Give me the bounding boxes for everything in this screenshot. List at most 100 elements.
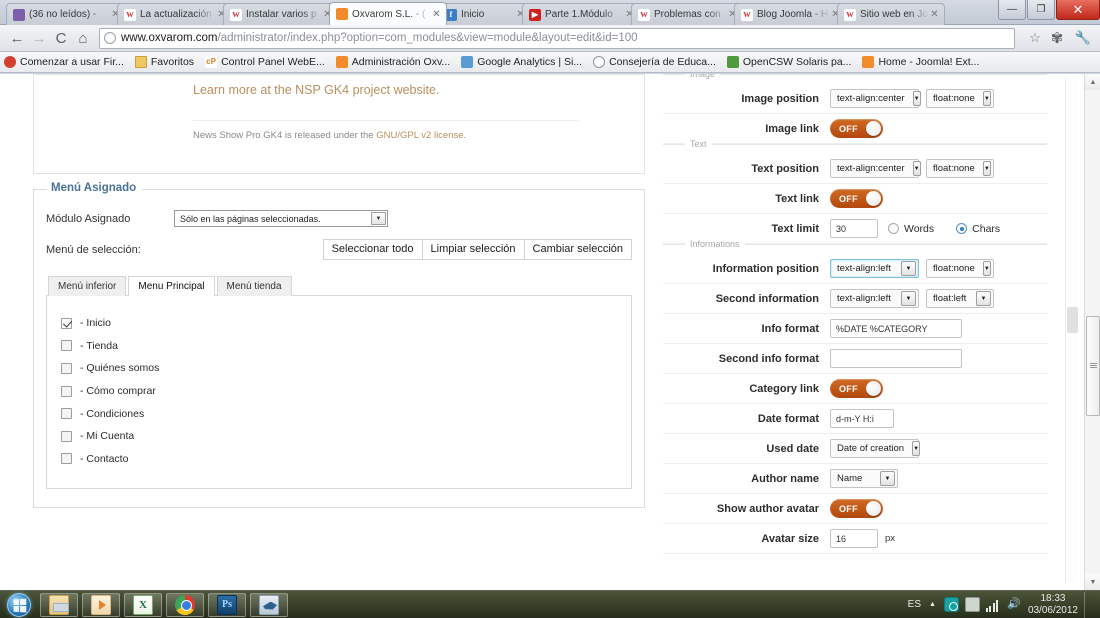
start-button[interactable] xyxy=(2,592,36,618)
browser-tab-5[interactable]: ▶ Parte 1.Módulo ✕ xyxy=(522,3,640,25)
menu-item-row[interactable]: - Mi Cuenta xyxy=(61,425,617,448)
scroll-down-icon[interactable]: ▼ xyxy=(1085,574,1100,590)
license-link[interactable]: GNU/GPL v2 license xyxy=(376,130,463,141)
bookmark-item-5[interactable]: Consejería de Educa... xyxy=(593,56,716,68)
volume-icon[interactable] xyxy=(1007,597,1022,612)
bookmark-star-icon[interactable]: ☆ xyxy=(1024,27,1046,49)
chevron-down-icon[interactable]: ▼ xyxy=(982,91,991,106)
bookmark-item-0[interactable]: Comenzar a usar Fir... xyxy=(4,56,124,68)
text-limit-input[interactable]: 30 xyxy=(830,219,878,238)
close-icon[interactable]: ✕ xyxy=(929,9,940,20)
menu-tab-2[interactable]: Menú tienda xyxy=(216,276,292,296)
forward-icon[interactable]: → xyxy=(28,27,50,49)
checkbox[interactable] xyxy=(61,385,72,397)
browser-tab-8[interactable]: w Sitio web en Joo ✕ xyxy=(837,3,945,25)
back-icon[interactable]: ← xyxy=(6,27,28,49)
chevron-down-icon[interactable]: ▼ xyxy=(371,212,386,225)
bookmark-item-7[interactable]: Home - Joomla! Ext... xyxy=(862,56,979,68)
toggle-switch[interactable]: OFF xyxy=(830,499,883,518)
nsp-project-link[interactable]: Learn more at the NSP GK4 project websit… xyxy=(193,83,439,97)
browser-tab-1[interactable]: w La actualización ✕ xyxy=(117,3,232,25)
show-desktop-button[interactable] xyxy=(1084,591,1092,618)
close-icon[interactable]: ✕ xyxy=(431,9,442,20)
menu-item-row[interactable]: - Cómo comprar xyxy=(61,380,617,403)
scroll-up-icon[interactable]: ▲ xyxy=(1085,74,1100,90)
chevron-down-icon[interactable]: ▼ xyxy=(912,161,921,176)
browser-tab-0[interactable]: (36 no leídos) - ✕ xyxy=(6,3,126,25)
text-input[interactable]: d-m-Y H:i xyxy=(830,409,894,428)
dropdown[interactable]: text-align:center ▼ xyxy=(830,159,921,178)
bookmark-item-4[interactable]: Google Analytics | Si... xyxy=(461,56,582,68)
dropdown[interactable]: Name ▼ xyxy=(830,469,898,488)
close-window-button[interactable]: ✕ xyxy=(1056,0,1100,20)
menu-tab-0[interactable]: Menú inferior xyxy=(48,276,127,296)
dropdown[interactable]: text-align:center ▼ xyxy=(830,89,921,108)
menu-item-row[interactable]: - Inicio xyxy=(61,312,617,335)
taskbar-item-bird-app[interactable] xyxy=(250,592,288,617)
network-icon[interactable] xyxy=(964,597,980,612)
menu-tab-1[interactable]: Menu Principal xyxy=(128,276,215,296)
chevron-down-icon[interactable]: ▼ xyxy=(982,161,991,176)
checkbox[interactable] xyxy=(61,408,72,420)
dropdown[interactable]: float:none ▼ xyxy=(926,159,994,178)
menu-item-row[interactable]: - Condiciones xyxy=(61,402,617,425)
page-scrollbar-thumb[interactable] xyxy=(1086,316,1100,416)
menu-item-row[interactable]: - Contacto xyxy=(61,448,617,471)
dropdown[interactable]: float:none ▼ xyxy=(926,259,994,278)
module-assignment-select[interactable]: Sólo en las páginas seleccionadas. ▼ xyxy=(174,210,388,227)
wrench-menu-icon[interactable]: 🔧 xyxy=(1072,27,1094,49)
language-indicator[interactable]: ES xyxy=(908,599,921,610)
taskbar-item-media-player[interactable] xyxy=(82,592,120,617)
selection-button-2[interactable]: Cambiar selección xyxy=(524,239,632,260)
browser-tab-2[interactable]: w Instalar varios p ✕ xyxy=(223,3,338,25)
text-input[interactable]: %DATE %CATEGORY xyxy=(830,319,962,338)
selection-button-1[interactable]: Limpiar selección xyxy=(422,239,525,260)
maximize-button[interactable]: ❐ xyxy=(1027,0,1055,20)
checkbox[interactable] xyxy=(61,340,72,352)
bookmark-item-2[interactable]: cP Control Panel WebE... xyxy=(205,56,325,68)
toggle-switch[interactable]: OFF xyxy=(830,379,883,398)
signal-icon[interactable] xyxy=(985,597,1001,612)
clock[interactable]: 18:33 03/06/2012 xyxy=(1028,593,1078,617)
browser-tab-6[interactable]: w Problemas con ✕ xyxy=(631,3,743,25)
chevron-down-icon[interactable]: ▼ xyxy=(880,471,895,486)
page-scrollbar[interactable]: ▲ ▼ xyxy=(1084,74,1100,590)
chevron-down-icon[interactable]: ▼ xyxy=(901,261,916,276)
show-hidden-icons-icon[interactable]: ▲ xyxy=(929,601,936,608)
menu-item-row[interactable]: - Quiénes somos xyxy=(61,357,617,380)
taskbar-item-explorer[interactable] xyxy=(40,592,78,617)
checkbox[interactable] xyxy=(61,453,72,465)
selection-button-0[interactable]: Seleccionar todo xyxy=(322,239,423,260)
browser-tab-3[interactable]: Oxvarom S.L. - (✕ xyxy=(329,2,447,25)
menu-item-row[interactable]: - Tienda xyxy=(61,335,617,358)
sync-icon[interactable] xyxy=(943,597,959,612)
reload-icon[interactable]: C xyxy=(50,27,72,49)
bookmark-item-6[interactable]: OpenCSW Solaris pa... xyxy=(726,56,851,68)
dropdown[interactable]: text-align:left ▼ xyxy=(830,289,919,308)
browser-tab-7[interactable]: w Blog Joomla - H ✕ xyxy=(734,3,846,25)
chevron-down-icon[interactable]: ▼ xyxy=(982,261,991,276)
address-bar[interactable]: www.oxvarom.com/administrator/index.php?… xyxy=(99,27,1015,49)
radio-words[interactable]: Words xyxy=(888,223,934,235)
taskbar-item-excel[interactable]: X xyxy=(124,592,162,617)
toggle-switch[interactable]: OFF xyxy=(830,189,883,208)
checkbox[interactable] xyxy=(61,317,72,329)
chevron-down-icon[interactable]: ▼ xyxy=(912,441,921,456)
dropdown[interactable]: float:left ▼ xyxy=(926,289,994,308)
taskbar-item-photoshop[interactable]: Ps xyxy=(208,592,246,617)
bookmark-item-1[interactable]: Favoritos xyxy=(134,56,194,68)
taskbar-item-chrome[interactable] xyxy=(166,592,204,617)
checkbox[interactable] xyxy=(61,430,72,442)
text-input[interactable] xyxy=(830,349,962,368)
checkbox[interactable] xyxy=(61,362,72,374)
inner-scrollbar[interactable] xyxy=(1065,77,1078,583)
chevron-down-icon[interactable]: ▼ xyxy=(901,291,916,306)
dropdown[interactable]: float:none ▼ xyxy=(926,89,994,108)
toggle-switch[interactable]: OFF xyxy=(830,119,883,138)
minimize-button[interactable]: — xyxy=(998,0,1026,20)
bookmark-item-3[interactable]: Administración Oxv... xyxy=(335,56,450,68)
home-icon[interactable]: ⌂ xyxy=(72,27,94,49)
text-input[interactable]: 16 xyxy=(830,529,878,548)
radio-chars[interactable]: Chars xyxy=(956,223,1000,235)
chevron-down-icon[interactable]: ▼ xyxy=(976,291,991,306)
